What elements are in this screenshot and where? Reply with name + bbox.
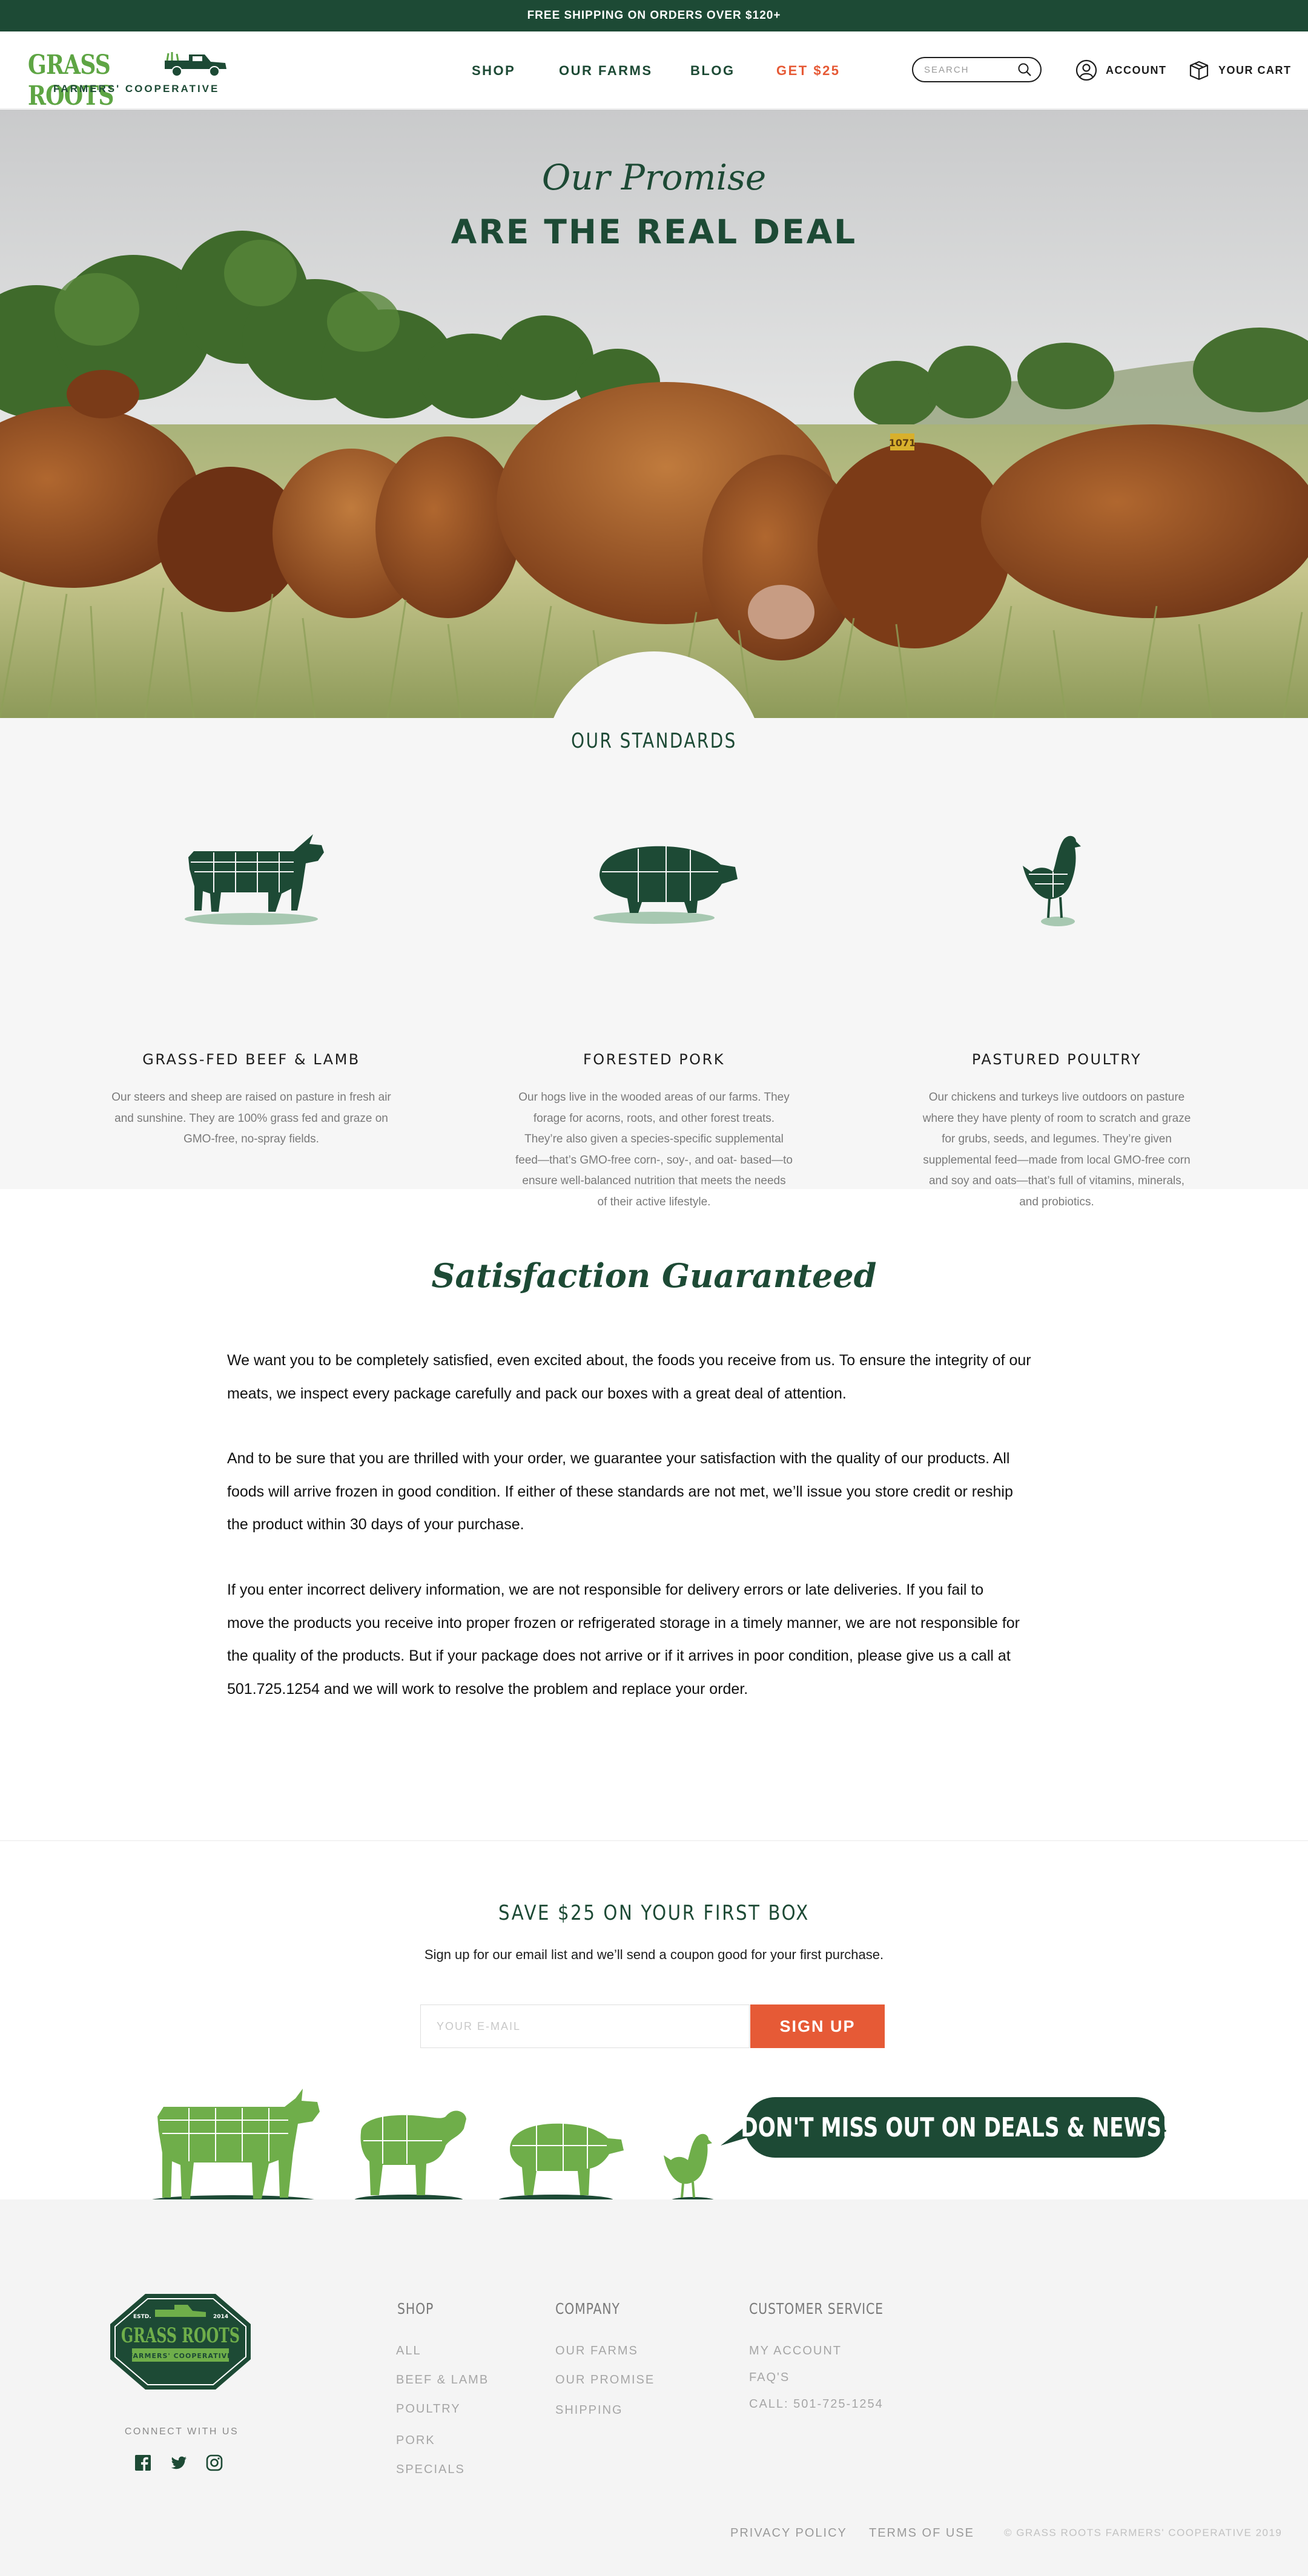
- site-footer: GRASS ROOTS ESTD. 2014 FARMERS' COOPERAT…: [0, 2199, 1308, 2576]
- promo-bar: FREE SHIPPING ON ORDERS OVER $120+: [0, 0, 1308, 31]
- chicken-illustration: [664, 2133, 716, 2204]
- pig-illustration: [498, 2123, 624, 2204]
- footer-company-title: COMPANY: [555, 2300, 620, 2317]
- standard-description: Our steers and sheep are raised on pastu…: [111, 1091, 391, 1145]
- email-input[interactable]: [420, 2004, 750, 2048]
- brand-logo[interactable]: GRASS ROOTS FARMERS' COOPERATIVE: [28, 45, 234, 111]
- footer-shop-title: SHOP: [397, 2300, 434, 2317]
- search-box[interactable]: [912, 57, 1042, 82]
- site-header: GRASS ROOTS FARMERS' COOPERATIVE SHOP OU…: [0, 31, 1308, 111]
- standards-heading: OUR STANDARDS: [571, 729, 737, 753]
- satisfaction-paragraph: We want you to be completely satisfied, …: [227, 1352, 1031, 1402]
- section-divider: [0, 1840, 1308, 1841]
- copyright-text: © GRASS ROOTS FARMERS' COOPERATIVE 2019: [1004, 2527, 1283, 2538]
- account-label: ACCOUNT: [1106, 64, 1167, 76]
- box-icon: [1189, 61, 1209, 81]
- deals-speech-bubble: DON'T MISS OUT ON DEALS & NEWS!: [741, 2097, 1171, 2158]
- satisfaction-paragraph: If you enter incorrect delivery informat…: [227, 1581, 1020, 1698]
- footer-customer-service-title: CUSTOMER SERVICE: [749, 2300, 884, 2317]
- twitter-icon[interactable]: [170, 2454, 188, 2472]
- connect-label: CONNECT WITH US: [124, 2426, 239, 2437]
- terms-of-use-link[interactable]: TERMS OF USE: [869, 2526, 974, 2540]
- user-icon: [1075, 59, 1097, 81]
- footer-logo-tagline: FARMERS' COOPERATIVE: [128, 2352, 232, 2360]
- standard-title: PASTURED POULTRY: [971, 1051, 1142, 1068]
- cow-icon: [185, 834, 324, 925]
- promo-text: FREE SHIPPING ON ORDERS OVER $120+: [527, 9, 781, 22]
- deals-text: DON'T MISS OUT ON DEALS & NEWS!: [740, 2112, 1171, 2143]
- footer-logo-name: GRASS ROOTS: [121, 2324, 240, 2348]
- standard-title: GRASS-FED BEEF & LAMB: [142, 1051, 360, 1068]
- search-input[interactable]: [923, 63, 1014, 76]
- sheep-illustration: [354, 2110, 466, 2204]
- facebook-icon[interactable]: [134, 2454, 152, 2472]
- cart-label: YOUR CART: [1218, 64, 1292, 76]
- footer-link-all[interactable]: ALL: [396, 2344, 421, 2358]
- standard-description: Our chickens and turkeys live outdoors o…: [922, 1091, 1191, 1208]
- cow-illustration: [148, 2089, 320, 2204]
- satisfaction-heading: Satisfaction Guaranteed: [431, 1256, 877, 1295]
- nav-blog[interactable]: BLOG: [690, 63, 735, 79]
- satisfaction-paragraph: And to be sure that you are thrilled wit…: [227, 1450, 1013, 1533]
- truck-icon: [165, 52, 226, 77]
- cattle-photo: 1071: [0, 110, 1308, 718]
- footer-link-poultry[interactable]: POULTRY: [396, 2402, 461, 2416]
- footer-logo[interactable]: GRASS ROOTS ESTD. 2014 FARMERS' COOPERAT…: [108, 2290, 253, 2393]
- signup-heading: SAVE $25 ON YOUR FIRST BOX: [498, 1901, 810, 1925]
- footer-logo-estd: ESTD.: [133, 2314, 151, 2320]
- pig-icon: [593, 846, 738, 924]
- standard-description: Our hogs live in the wooded areas of our…: [515, 1091, 793, 1208]
- footer-link-my-account[interactable]: MY ACCOUNT: [749, 2344, 842, 2358]
- footer-link-our-promise[interactable]: OUR PROMISE: [555, 2373, 655, 2387]
- footer-link-pork[interactable]: PORK: [396, 2434, 435, 2448]
- nav-shop[interactable]: SHOP: [472, 63, 515, 79]
- nav-get-25[interactable]: GET $25: [776, 63, 841, 79]
- privacy-policy-link[interactable]: PRIVACY POLICY: [730, 2526, 847, 2540]
- brand-tagline: FARMERS' COOPERATIVE: [53, 83, 220, 94]
- ear-tag-number: 1071: [889, 437, 916, 449]
- hero-title: ARE THE REAL DEAL: [451, 212, 857, 251]
- chicken-icon: [1023, 835, 1081, 926]
- footer-link-beef-lamb[interactable]: BEEF & LAMB: [396, 2373, 489, 2387]
- footer-logo-year: 2014: [213, 2314, 228, 2320]
- search-icon[interactable]: [1016, 62, 1033, 79]
- signup-subtext: Sign up for our email list and we’ll sen…: [424, 1947, 884, 1962]
- standards-section: OUR STANDARDS GRASS-FED BEEF & LAMB Our …: [0, 651, 1308, 1208]
- signup-button[interactable]: SIGN UP: [750, 2004, 885, 2048]
- cart-link[interactable]: YOUR CART: [1188, 58, 1292, 82]
- footer-link-specials[interactable]: SPECIALS: [396, 2463, 465, 2477]
- hero-script-heading: Our Promise: [541, 157, 767, 198]
- footer-link-faqs[interactable]: FAQ'S: [749, 2371, 790, 2385]
- standard-title: FORESTED PORK: [583, 1051, 725, 1068]
- account-link[interactable]: ACCOUNT: [1075, 58, 1167, 82]
- nav-our-farms[interactable]: OUR FARMS: [559, 63, 653, 79]
- footer-link-our-farms[interactable]: OUR FARMS: [555, 2344, 638, 2358]
- instagram-icon[interactable]: [205, 2454, 223, 2472]
- footer-link-call[interactable]: CALL: 501-725-1254: [749, 2397, 884, 2411]
- hero-banner: 1071 Our Promise ARE THE REAL DEAL: [0, 110, 1308, 718]
- footer-link-shipping[interactable]: SHIPPING: [555, 2403, 623, 2417]
